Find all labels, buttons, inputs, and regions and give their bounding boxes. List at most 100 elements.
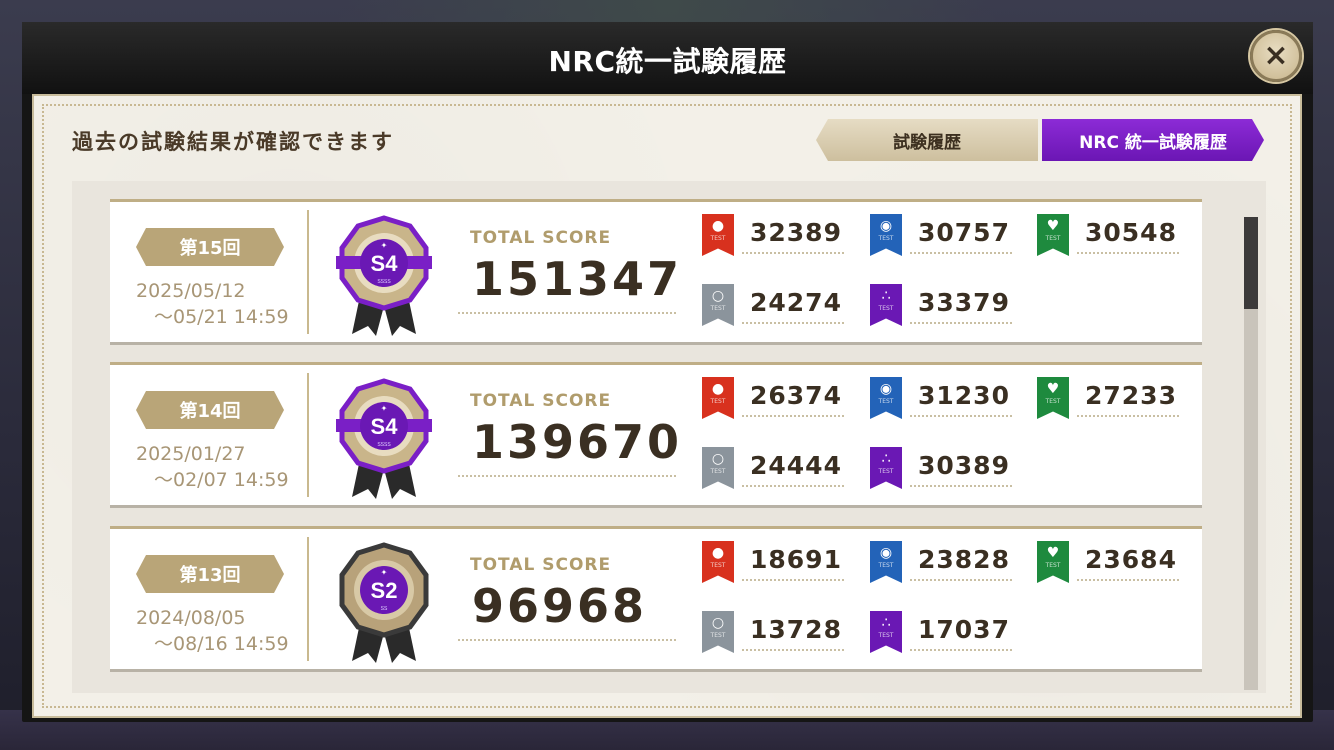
ribbon-test-label: TEST [878,235,894,242]
rank-text: S4 [371,251,399,276]
subject-score-value: 24444 [750,451,842,480]
date-end: 〜05/21 14:59 [154,306,289,328]
ribbon-test-label: TEST [878,305,894,312]
round-badge: 第13回 [136,555,284,593]
history-panel: 過去の試験結果が確認できます 試験履歴 NRC 統一試験履歴 第15回 2025… [32,94,1302,718]
medal-star: ✦ [381,241,388,250]
leaf-icon: ♥ TEST [1037,541,1069,583]
subject-score-gray: ○ TEST 24444 [702,447,848,493]
title-bar: NRC統一試験履歴 [22,22,1313,94]
divider [307,537,309,661]
record-card[interactable]: 第13回 2024/08/05 〜08/16 14:59 S2 SS ✦ TOT… [110,526,1202,672]
subject-score-value: 18691 [750,545,842,574]
score-underline [910,322,1012,324]
subject-score-red: ● TEST 18691 [702,541,848,587]
ribbon-test-label: TEST [878,398,894,405]
date-start: 2024/08/05 [136,607,246,629]
exam-period: 2025/01/27 〜02/07 14:59 [136,441,296,493]
subject-score-value: 23684 [1085,545,1177,574]
round-badge: 第14回 [136,391,284,429]
total-score-value: 139670 [472,415,683,469]
ribbon-test-label: TEST [1045,562,1061,569]
orb-icon: ◉ TEST [870,377,902,419]
subject-score-value: 26374 [750,381,842,410]
ribbon-test-label: TEST [710,562,726,569]
score-underline [910,415,1012,417]
subject-score-red: ● TEST 32389 [702,214,848,260]
subject-score-value: 24274 [750,288,842,317]
subject-score-value: 27233 [1085,381,1177,410]
subject-score-green: ♥ TEST 27233 [1037,377,1183,423]
flame-icon: ● TEST [702,214,734,256]
score-underline [1077,252,1179,254]
record-card[interactable]: 第15回 2025/05/12 〜05/21 14:59 S4 SSSS ✦ T… [110,199,1202,345]
score-underline [1077,415,1179,417]
rank-sub-text: SS [381,606,388,612]
ribbon-test-label: TEST [878,562,894,569]
subject-score-red: ● TEST 26374 [702,377,848,423]
dot-ring-icon: ○ TEST [702,447,734,489]
total-score-label: TOTAL SCORE [470,391,612,411]
ribbon-test-label: TEST [878,468,894,475]
total-score-label: TOTAL SCORE [470,555,612,575]
score-underline [910,579,1012,581]
total-score-underline [458,639,676,641]
rank-sub-text: SSSS [377,279,391,285]
subject-score-value: 33379 [918,288,1010,317]
round-badge: 第15回 [136,228,284,266]
subject-score-value: 31230 [918,381,1010,410]
score-underline [742,322,844,324]
rank-sub-text: SSSS [377,442,391,448]
date-start: 2025/05/12 [136,280,246,302]
score-underline [910,485,1012,487]
subject-score-purple: ∴ TEST 30389 [870,447,1016,493]
subject-score-value: 17037 [918,615,1010,644]
date-end: 〜02/07 14:59 [154,469,289,491]
close-icon: × [1263,38,1289,73]
rank-medal-icon: S4 SSSS ✦ [336,215,432,336]
total-score-label: TOTAL SCORE [470,228,612,248]
subject-score-green: ♥ TEST 30548 [1037,214,1183,260]
round-label: 第14回 [179,401,241,422]
ribbon-test-label: TEST [1045,235,1061,242]
score-underline [742,485,844,487]
leaf-icon: ♥ TEST [1037,377,1069,419]
medal-star: ✦ [381,568,388,577]
tab-exam-history-label: 試験履歴 [893,132,961,153]
score-underline [742,415,844,417]
date-start: 2025/01/27 [136,443,246,465]
subject-score-value: 32389 [750,218,842,247]
close-button[interactable]: × [1250,30,1302,82]
exam-period: 2025/05/12 〜05/21 14:59 [136,278,296,330]
dot-ring-icon: ○ TEST [702,611,734,653]
total-score-value: 151347 [472,252,683,306]
subject-score-green: ♥ TEST 23684 [1037,541,1183,587]
record-card[interactable]: 第14回 2025/01/27 〜02/07 14:59 S4 SSSS ✦ T… [110,362,1202,508]
round-label: 第15回 [179,238,241,259]
ribbon-test-label: TEST [710,632,726,639]
tab-exam-history[interactable]: 試験履歴 [816,119,1038,161]
window-title: NRC統一試験履歴 [548,45,787,78]
score-underline [910,649,1012,651]
divider [307,210,309,334]
scrollbar-thumb[interactable] [1244,217,1258,309]
ribbon-test-label: TEST [710,468,726,475]
bubbles-icon: ∴ TEST [870,284,902,326]
record-list[interactable]: 第15回 2025/05/12 〜05/21 14:59 S4 SSSS ✦ T… [72,181,1266,693]
score-underline [1077,579,1179,581]
rank-text: S4 [371,414,399,439]
bubbles-icon: ∴ TEST [870,447,902,489]
subject-score-gray: ○ TEST 13728 [702,611,848,657]
subject-score-blue: ◉ TEST 30757 [870,214,1016,260]
dot-ring-icon: ○ TEST [702,284,734,326]
orb-icon: ◉ TEST [870,214,902,256]
subject-score-value: 30548 [1085,218,1177,247]
scrollbar[interactable] [1244,217,1258,690]
ribbon-test-label: TEST [710,305,726,312]
subject-score-blue: ◉ TEST 23828 [870,541,1016,587]
subject-score-value: 13728 [750,615,842,644]
subject-score-value: 30757 [918,218,1010,247]
tab-nrc-exam-history[interactable]: NRC 統一試験履歴 [1042,119,1264,161]
ribbon-test-label: TEST [1045,398,1061,405]
exam-history-window: NRC統一試験履歴 × 過去の試験結果が確認できます 試験履歴 NRC 統一試験… [22,22,1313,722]
